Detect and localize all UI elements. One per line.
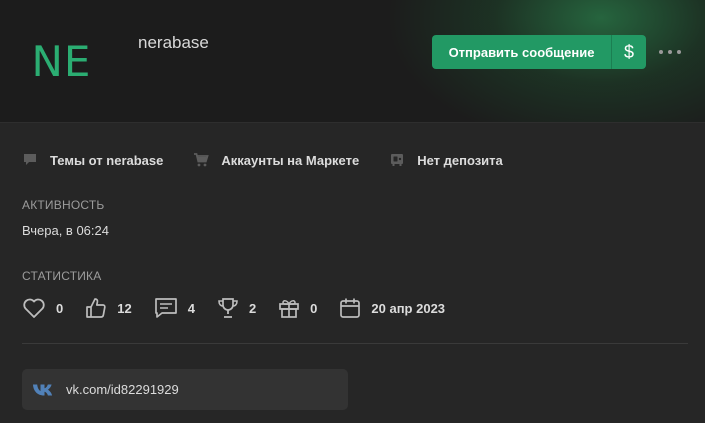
activity-title: АКТИВНОСТЬ: [22, 198, 105, 212]
message-icon: [154, 298, 177, 318]
username: nerabase: [138, 33, 209, 52]
dollar-icon: $: [623, 41, 634, 62]
deposit-label: Нет депозита: [417, 152, 503, 168]
more-dot-icon: [668, 50, 672, 54]
stat-registered: 20 апр 2023: [339, 297, 445, 319]
messages-count: 4: [187, 300, 195, 316]
more-options-button[interactable]: [659, 44, 681, 60]
avatar-initials: NE: [31, 37, 92, 86]
stats-title: СТАТИСТИКА: [22, 269, 102, 283]
activity-value: Вчера, в 06:24: [22, 223, 109, 238]
stat-messages[interactable]: 4: [154, 297, 195, 319]
send-message-button[interactable]: Отправить сообщение: [432, 35, 612, 69]
send-money-button[interactable]: $: [612, 35, 646, 69]
registration-date: 20 апр 2023: [371, 300, 446, 316]
deposit-info: Нет депозита: [389, 152, 503, 168]
trophy-icon: [218, 298, 238, 318]
safe-icon: [391, 154, 404, 166]
chat-bubble-icon: [24, 154, 36, 165]
vk-link-text: vk.com/id82291929: [66, 382, 179, 397]
more-dot-icon: [677, 50, 681, 54]
gift-icon: [279, 300, 300, 318]
more-dot-icon: [659, 50, 663, 54]
vk-icon: [33, 384, 53, 395]
market-link-label: Аккаунты на Маркете: [221, 152, 360, 168]
stats-row: 0 12 4 2 0 20 апр 2023: [22, 296, 467, 320]
stat-gifts[interactable]: 0: [278, 297, 317, 319]
themes-link-label: Темы от nerabase: [50, 152, 164, 168]
themes-link[interactable]: Темы от nerabase: [22, 152, 163, 168]
heart-icon: [23, 298, 45, 318]
divider: [22, 343, 688, 344]
thumbs-count: 12: [117, 300, 132, 316]
gifts-count: 0: [310, 300, 318, 316]
profile-links: Темы от nerabase Аккаунты на Маркете Нет…: [22, 150, 533, 170]
likes-count: 0: [56, 300, 64, 316]
market-link[interactable]: Аккаунты на Маркете: [193, 152, 359, 168]
stat-likes[interactable]: 0: [22, 297, 63, 319]
vk-contact-link[interactable]: vk.com/id82291929: [22, 369, 348, 410]
stat-trophies[interactable]: 2: [217, 297, 256, 319]
action-button-group: Отправить сообщение $: [432, 35, 646, 69]
trophies-count: 2: [248, 300, 257, 316]
thumbs-up-icon: [86, 298, 106, 318]
cart-icon: [194, 153, 210, 167]
calendar-icon: [340, 298, 361, 318]
profile-header: NE nerabase Отправить сообщение $: [0, 0, 705, 123]
stat-thumbs[interactable]: 12: [85, 297, 132, 319]
avatar[interactable]: NE: [0, 0, 123, 122]
